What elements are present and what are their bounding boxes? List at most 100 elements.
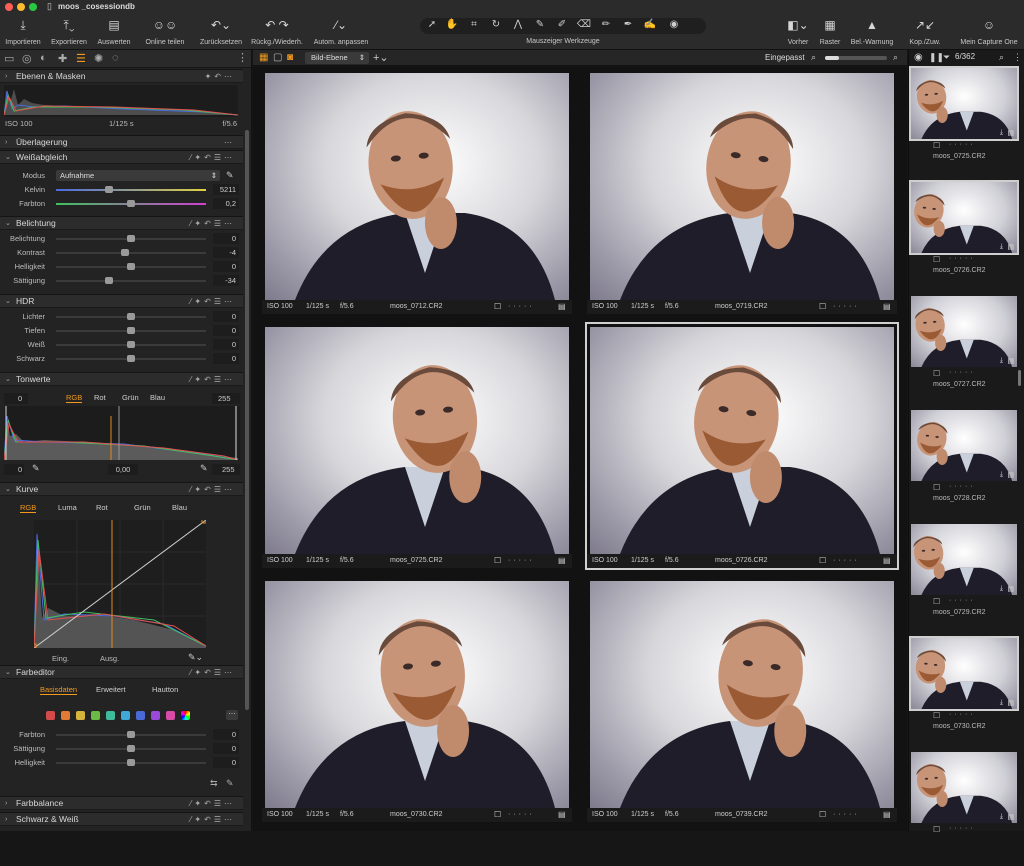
color-picker-icon[interactable]: ✎ (226, 778, 234, 789)
zoom-slider[interactable] (825, 56, 887, 60)
eraser-tool-icon[interactable]: ⌫ (574, 19, 594, 30)
levels-black-picker-icon[interactable]: ✎ (32, 463, 40, 474)
section-actions-icon[interactable]: ⋯ (224, 136, 235, 149)
exposure-slider[interactable] (56, 280, 206, 282)
rotate-tool-icon[interactable]: ↻ (486, 19, 506, 30)
checkbox-icon[interactable]: ☐ (494, 300, 501, 314)
slider-value[interactable]: -4 (213, 247, 239, 258)
crop-tool-icon[interactable]: ⌗ (464, 19, 484, 30)
section-actions-icon[interactable]: ⁄✦↶☰⋯ (190, 373, 235, 386)
color-swatch[interactable] (76, 711, 85, 720)
tag-icon[interactable]: ▤ (883, 300, 891, 314)
tab-hautton[interactable]: Hautton (152, 685, 178, 694)
brush-tool-icon[interactable]: ✐ (552, 19, 572, 30)
layer-select[interactable]: Bild-Ebene ⇕ (305, 52, 369, 64)
thumbnail-image[interactable]: ⤓ ▤ (911, 752, 1017, 823)
photo[interactable] (590, 327, 894, 554)
checkbox-icon[interactable]: ☐ (819, 808, 826, 822)
slider-value[interactable]: 0 (213, 261, 239, 272)
photo[interactable] (265, 581, 569, 808)
wb-mode-select[interactable]: Aufnahme ⇕ (56, 170, 220, 181)
all-colors-swatch[interactable] (181, 711, 190, 720)
before-button[interactable]: ◧⌄ Vorher (782, 18, 814, 46)
auto-adjust-button[interactable]: ⁄⌄ Autom. anpassen (312, 18, 370, 46)
tab-rgb[interactable]: RGB (20, 503, 37, 513)
eye-icon[interactable]: ◉ (914, 52, 923, 63)
close-window-button[interactable] (5, 3, 13, 11)
minimize-window-button[interactable] (17, 3, 25, 11)
color-swatch[interactable] (61, 711, 70, 720)
color-swatch[interactable] (136, 711, 145, 720)
checkbox-icon[interactable]: ☐ (933, 483, 940, 492)
rating-dots[interactable]: ····· (949, 369, 976, 376)
slider-knob[interactable] (127, 313, 135, 320)
tab-erweitert[interactable]: Erweitert (96, 685, 126, 694)
tool-panel-scrollbar[interactable] (245, 130, 249, 710)
rating-dots[interactable]: ····· (833, 300, 860, 314)
slider-knob[interactable] (127, 731, 135, 738)
color-swatch[interactable] (91, 711, 100, 720)
rating-dots[interactable]: ····· (508, 554, 535, 568)
bw-section-header[interactable]: › Schwarz & Weiß ⁄✦↶☰⋯ (0, 812, 243, 826)
levels-white-picker-icon[interactable]: ✎ (200, 463, 208, 474)
section-actions-icon[interactable]: ⁄✦↶☰⋯ (190, 151, 235, 164)
slider-knob[interactable] (127, 235, 135, 242)
levels-midpoint[interactable]: 0,00 (108, 464, 138, 475)
photo[interactable] (265, 73, 569, 300)
checkbox-icon[interactable]: ☐ (494, 554, 501, 568)
pause-icon[interactable]: ❚❚ (929, 52, 944, 63)
curve-picker-icon[interactable]: ✎⌄ (188, 652, 203, 663)
section-actions-icon[interactable]: ⁄✦↶☰⋯ (190, 666, 235, 679)
kelvin-slider[interactable] (56, 189, 206, 191)
slider-value[interactable]: 0 (213, 757, 239, 768)
layers-section-header[interactable]: › Ebenen & Masken ✦↶⋯ (0, 69, 243, 83)
evaluate-button[interactable]: ▤ Auswerten (96, 18, 132, 46)
exposure-slider[interactable] (56, 252, 206, 254)
thumbnail[interactable]: ⤓ ▤ ☐ ····· (911, 752, 1017, 866)
thumbnail[interactable]: ⤓ ▤ ☐ ····· moos_0730.CR2 (909, 636, 1019, 752)
checkbox-icon[interactable]: ☐ (933, 711, 940, 720)
checkbox-icon[interactable]: ☐ (933, 141, 940, 150)
adjustments-tab-icon[interactable]: ◌ (112, 52, 119, 64)
color-swatch[interactable] (151, 711, 160, 720)
slider-knob[interactable] (127, 341, 135, 348)
grid-button[interactable]: ▦ Raster (816, 18, 844, 46)
white-balance-section-header[interactable]: ⌄ Weißabgleich ⁄✦↶☰⋯ (0, 150, 243, 164)
tab-rot[interactable]: Rot (94, 393, 106, 402)
tint-value[interactable]: 0,2 (213, 198, 239, 209)
curve-graph[interactable] (34, 520, 206, 648)
photo[interactable] (590, 73, 894, 300)
slider-value[interactable]: 0 (213, 729, 239, 740)
slider-knob[interactable] (127, 327, 135, 334)
hdr-section-header[interactable]: ⌄ HDR ⁄✦↶☰⋯ (0, 294, 243, 308)
tint-slider-knob[interactable] (127, 200, 135, 207)
tag-icon[interactable]: ▤ (883, 808, 891, 822)
levels-input-low[interactable]: 0 (4, 393, 28, 404)
slider-knob[interactable] (127, 263, 135, 270)
browser-scrollbar[interactable] (1018, 370, 1021, 386)
grid-view-icon[interactable]: ▦ (259, 52, 268, 63)
levels-input-high[interactable]: 255 (212, 393, 240, 404)
single-view-icon[interactable]: ▢ (273, 52, 282, 63)
color-swatch[interactable] (121, 711, 130, 720)
color-swatch[interactable] (166, 711, 175, 720)
library-tab-icon[interactable]: ▭ (4, 52, 14, 65)
thumbnail-image[interactable]: ⤓ ▤ (909, 180, 1019, 255)
rating-dots[interactable]: ····· (949, 597, 976, 604)
color-swatch[interactable] (106, 711, 115, 720)
color-swatch[interactable] (46, 711, 55, 720)
checkbox-icon[interactable]: ☐ (933, 369, 940, 378)
keystone-tool-icon[interactable]: ⋀ (508, 19, 528, 30)
tag-icon[interactable]: ▤ (558, 554, 566, 568)
section-actions-icon[interactable]: ⁄✦↶☰⋯ (190, 797, 235, 810)
export-button[interactable]: ⤒⌄ Exportieren (48, 18, 90, 46)
rating-dots[interactable]: ····· (508, 808, 535, 822)
levels-output-high[interactable]: 255 (212, 464, 240, 475)
slider-value[interactable]: 0 (213, 743, 239, 754)
color-tab-icon[interactable]: ✚ (58, 52, 67, 65)
checkbox-icon[interactable]: ☐ (933, 825, 940, 834)
tag-icon[interactable]: ▤ (883, 554, 891, 568)
undo-redo-button[interactable]: ↶ ↷ Rückg./Wiederh. (250, 18, 304, 46)
zoom-in-icon[interactable]: ⌕ (893, 52, 898, 63)
import-button[interactable]: ⤓ Importieren (4, 18, 42, 46)
